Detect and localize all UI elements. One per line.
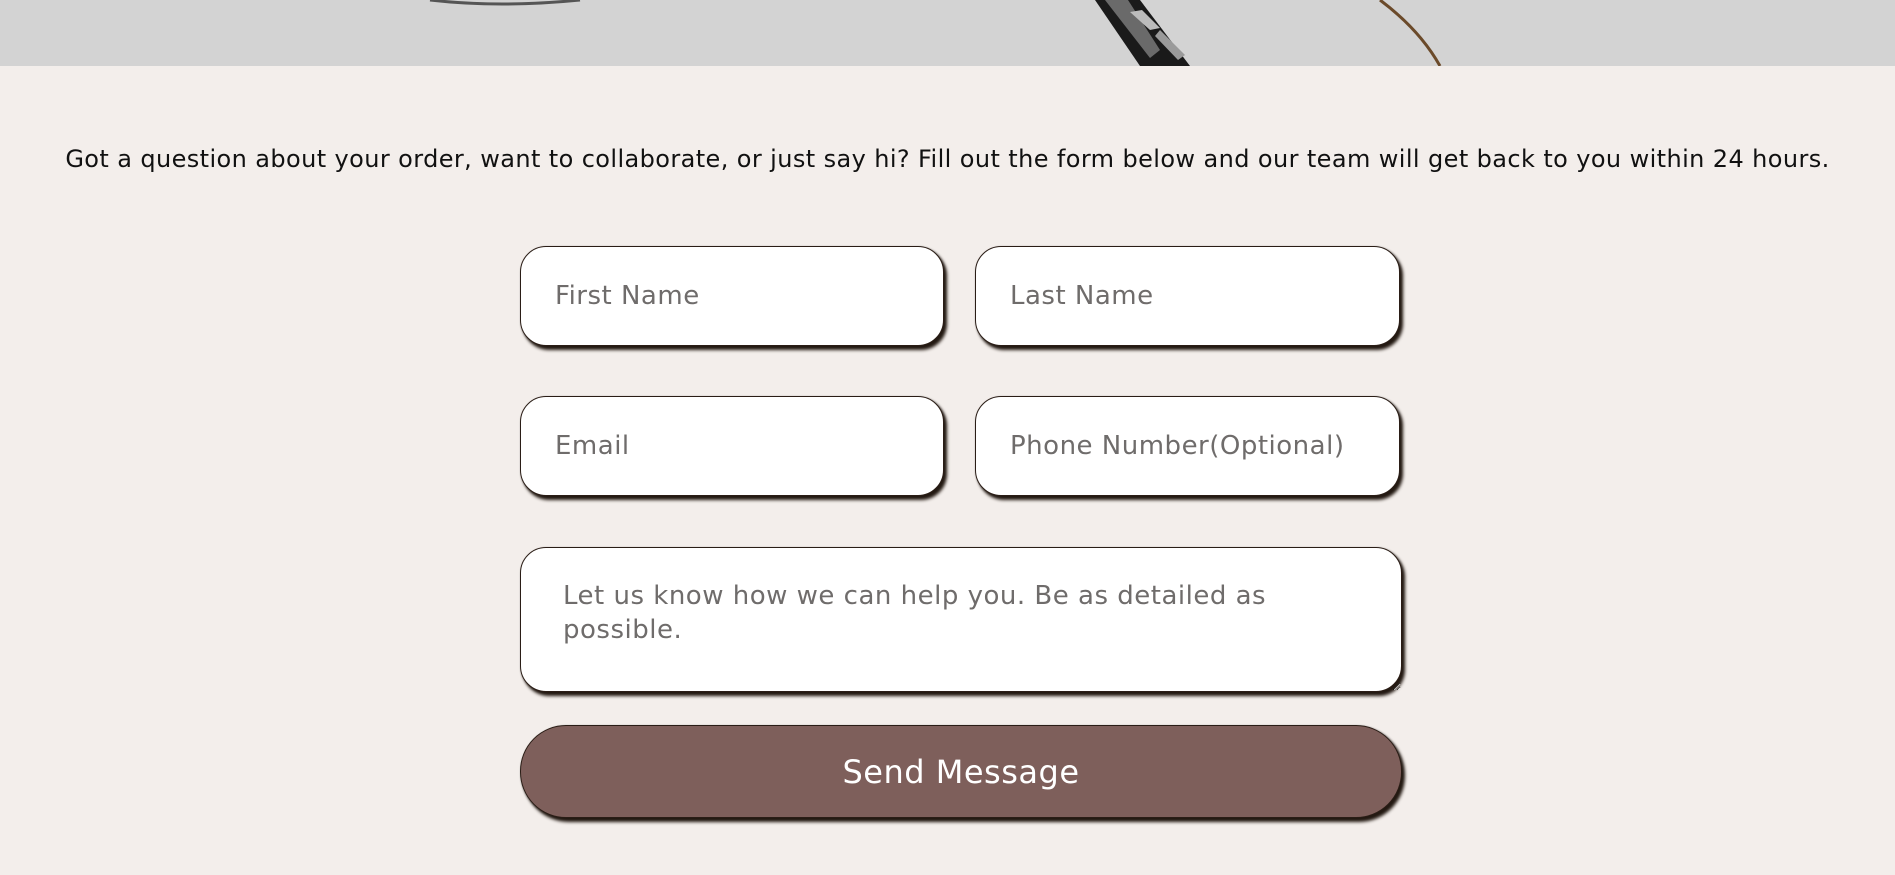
message-field[interactable] [520, 547, 1402, 692]
phone-field[interactable] [975, 396, 1400, 496]
first-name-field[interactable] [520, 246, 944, 346]
last-name-field[interactable] [975, 246, 1400, 346]
hero-product-photo [429, 0, 1442, 66]
contact-intro-text: Got a question about your order, want to… [65, 145, 1830, 173]
hero-image-strip [0, 0, 1895, 66]
email-field[interactable] [520, 396, 944, 496]
send-message-button[interactable]: Send Message [520, 725, 1402, 818]
